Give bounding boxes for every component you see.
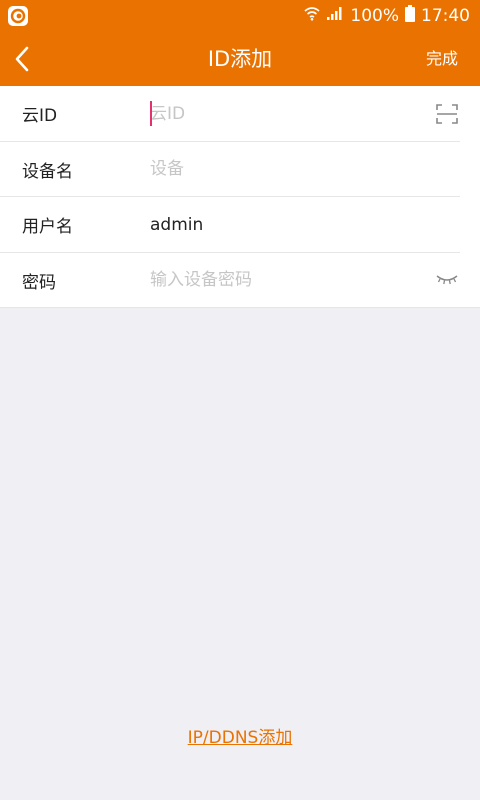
password-input[interactable] [150,260,410,301]
back-button[interactable] [14,32,54,86]
app-logo-icon [8,6,28,26]
battery-percent: 100% [350,6,399,26]
wifi-icon [304,6,320,26]
device-name-input[interactable] [150,149,410,190]
cloud-id-input[interactable] [150,93,410,134]
done-button[interactable]: 完成 [426,32,458,86]
device-name-row: 设备名 [0,142,480,198]
device-name-label: 设备名 [22,161,73,182]
ip-ddns-add-link[interactable]: IP/DDNS添加 [0,723,480,748]
add-device-form: 云ID 设备名 用户名 密码 [0,86,480,308]
page-title: ID添加 [207,47,273,71]
text-cursor [150,101,152,126]
status-bar: 100% 17:40 [0,0,480,32]
top-nav-bar: ID添加 完成 [0,32,480,86]
cloud-id-label: 云ID [22,106,58,127]
cloud-id-row: 云ID [0,86,480,142]
chevron-left-icon [15,46,29,72]
scan-icon[interactable] [436,103,458,125]
status-time: 17:40 [421,6,470,26]
eye-closed-icon[interactable] [436,269,458,291]
password-row: 密码 [0,253,480,309]
password-label: 密码 [22,272,56,293]
username-row: 用户名 [0,197,480,253]
status-right: 100% 17:40 [304,5,470,27]
username-label: 用户名 [22,217,73,238]
signal-icon [326,6,344,26]
battery-icon [405,5,415,27]
username-input[interactable] [150,204,410,245]
